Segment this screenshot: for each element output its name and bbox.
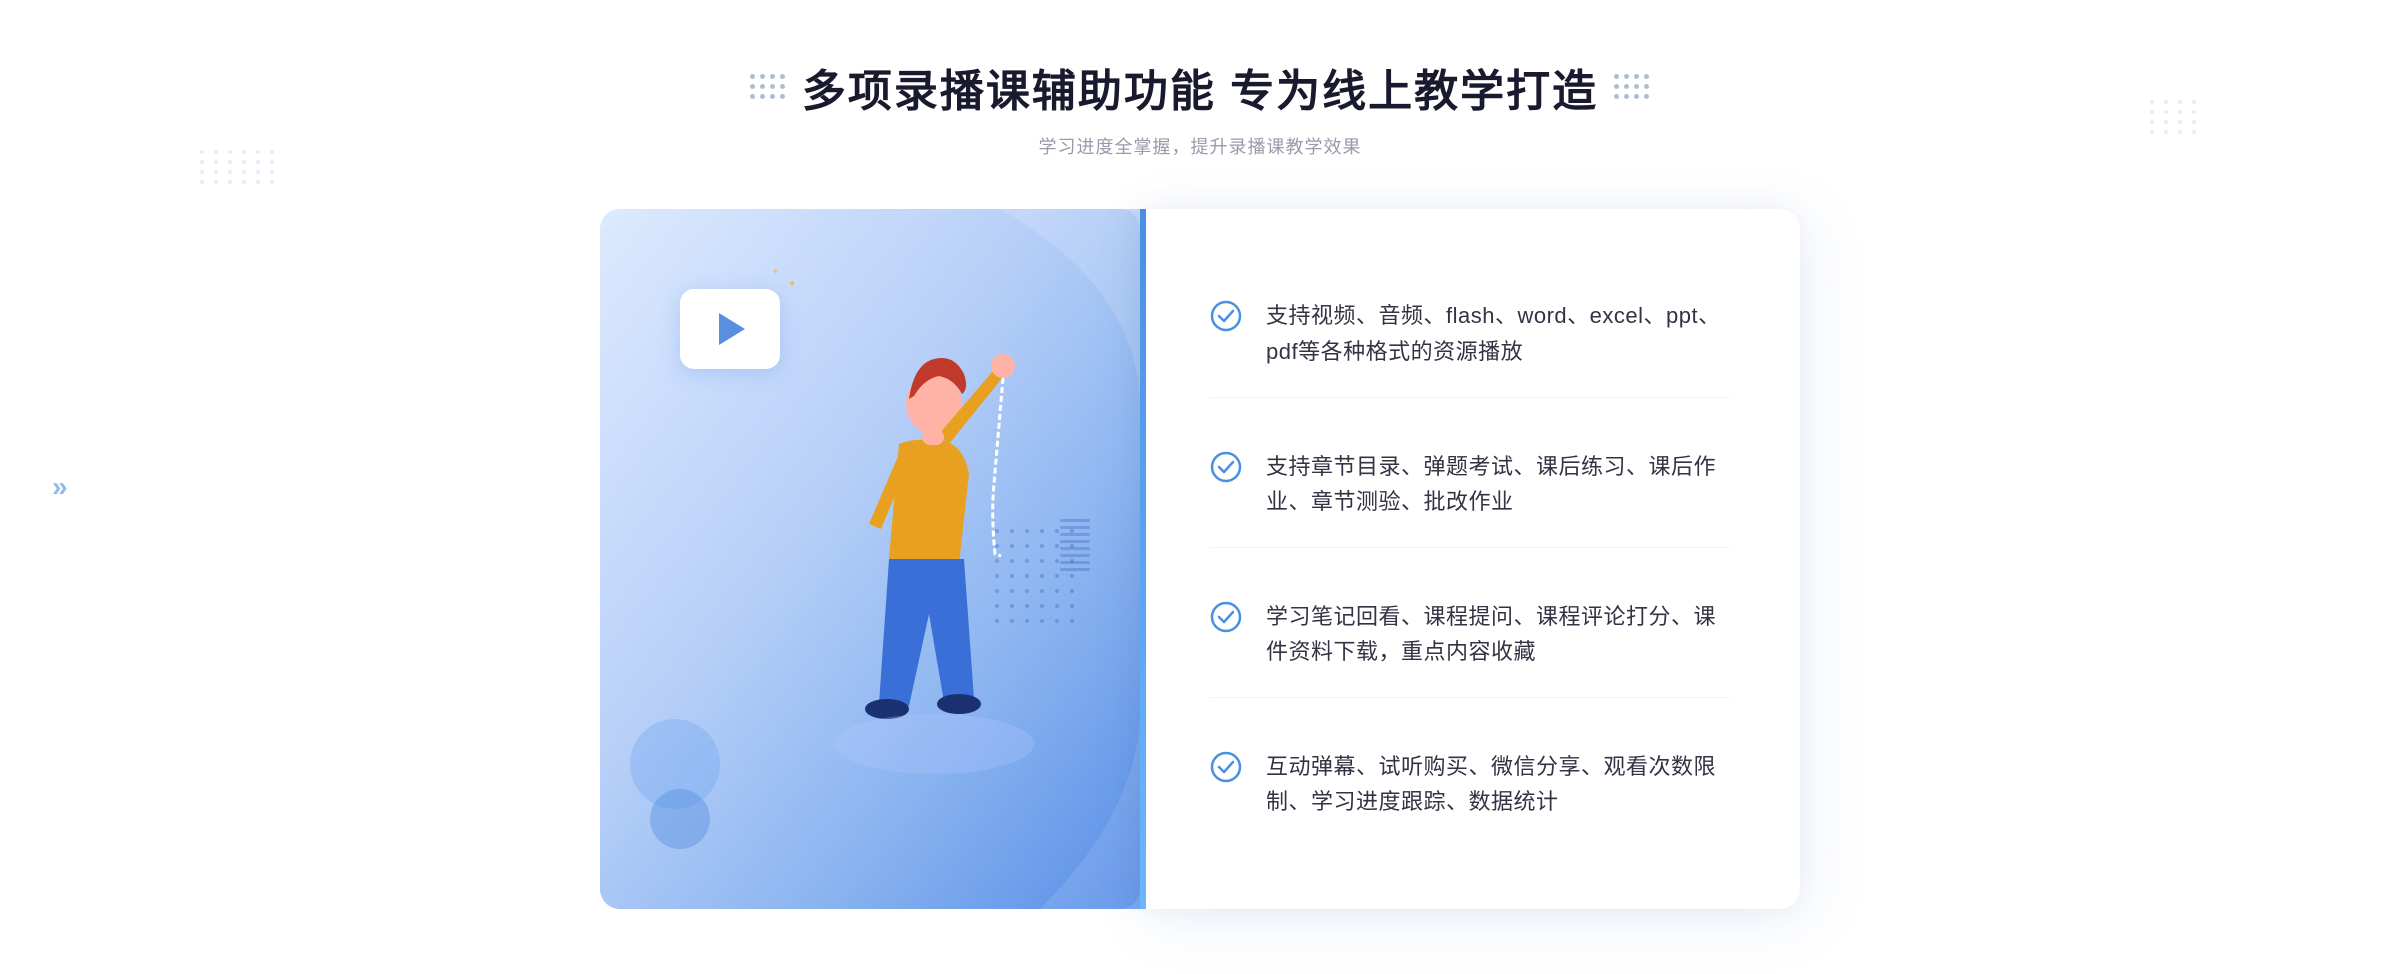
subtitle: 学习进度全掌握，提升录播课教学效果 (1038, 133, 1361, 159)
illustration-container: ✦ ✦ (600, 209, 1140, 909)
check-icon-2 (1210, 451, 1242, 483)
feature-item-1: 支持视频、音频、flash、word、excel、ppt、pdf等各种格式的资源… (1210, 270, 1730, 397)
feature-text-1: 支持视频、音频、flash、word、excel、ppt、pdf等各种格式的资源… (1266, 298, 1730, 368)
star-decoration-2: ✦ (772, 267, 779, 276)
feature-item-4: 互动弹幕、试听购买、微信分享、观看次数限制、学习进度跟踪、数据统计 (1210, 721, 1730, 847)
check-icon-1 (1210, 300, 1242, 332)
bg-dots-left (200, 150, 278, 184)
feature-item-2: 支持章节目录、弹题考试、课后练习、课后作业、章节测验、批改作业 (1210, 421, 1730, 548)
illus-play-bubble (680, 289, 780, 369)
dots-grid-left (750, 74, 786, 100)
check-icon-3 (1210, 601, 1242, 633)
star-decoration-1: ✦ (788, 279, 796, 290)
title-row: 多项录播课辅助功能 专为线上教学打造 (750, 55, 1650, 119)
feature-text-4: 互动弹幕、试听购买、微信分享、观看次数限制、学习进度跟踪、数据统计 (1266, 749, 1730, 819)
header-section: 多项录播课辅助功能 专为线上教学打造 学习进度全掌握，提升录播课教学效果 (750, 55, 1650, 159)
bg-dots-right (2150, 100, 2200, 134)
accent-bar (1140, 209, 1146, 909)
stripe-decoration (1060, 519, 1090, 599)
feature-text-2: 支持章节目录、弹题考试、课后练习、课后作业、章节测验、批改作业 (1266, 449, 1730, 519)
content-area: ✦ ✦ (600, 209, 1800, 909)
main-title: 多项录播课辅助功能 专为线上教学打造 (802, 55, 1598, 119)
deco-circle-small (650, 789, 710, 849)
feature-item-3: 学习笔记回看、课程提问、课程评论打分、课件资料下载，重点内容收藏 (1210, 571, 1730, 698)
play-icon (719, 313, 745, 345)
features-panel: 支持视频、音频、flash、word、excel、ppt、pdf等各种格式的资源… (1140, 209, 1800, 909)
person-illustration (779, 344, 1039, 919)
left-chevrons: » (52, 471, 68, 503)
feature-text-3: 学习笔记回看、课程提问、课程评论打分、课件资料下载，重点内容收藏 (1266, 599, 1730, 669)
check-icon-4 (1210, 751, 1242, 783)
dots-grid-right (1614, 74, 1650, 100)
page-wrapper: 多项录播课辅助功能 专为线上教学打造 学习进度全掌握，提升录播课教学效果 » (0, 15, 2400, 959)
